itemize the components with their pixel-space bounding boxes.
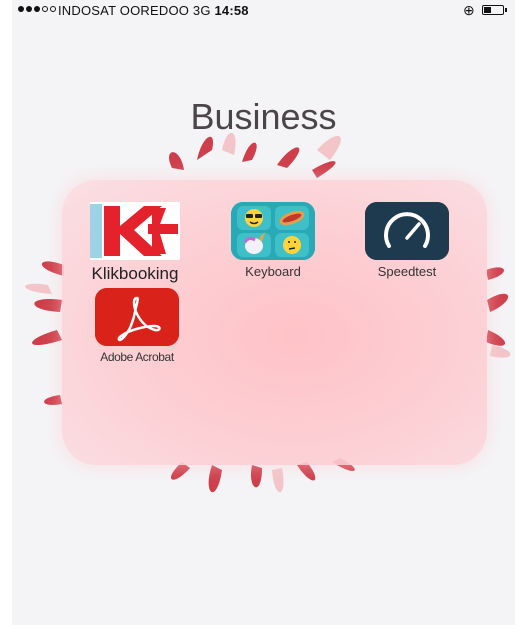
app-label-adobe-acrobat: Adobe Acrobat bbox=[100, 350, 174, 364]
app-label-klikbooking: Klikbooking bbox=[91, 264, 179, 283]
emoji-keyboard-icon bbox=[231, 202, 315, 260]
app-klikbooking[interactable]: Klikbooking bbox=[80, 202, 190, 284]
app-label-keyboard: Keyboard bbox=[245, 264, 301, 279]
folder-title[interactable]: Business bbox=[12, 96, 515, 138]
app-speedtest[interactable]: Speedtest bbox=[352, 202, 462, 279]
speedometer-icon bbox=[365, 202, 449, 260]
folder-panel: Klikbooking Keyboard Speedtest Adobe Acr… bbox=[62, 180, 487, 465]
klikbooking-icon bbox=[90, 202, 180, 260]
app-adobe-acrobat[interactable]: Adobe Acrobat bbox=[82, 288, 192, 364]
app-keyboard[interactable]: Keyboard bbox=[218, 202, 328, 279]
app-label-speedtest: Speedtest bbox=[377, 264, 437, 279]
acrobat-icon bbox=[95, 288, 179, 346]
home-screen: INDOSAT OOREDOO 3G 14:58 ⊕ Business Klik… bbox=[12, 0, 515, 625]
